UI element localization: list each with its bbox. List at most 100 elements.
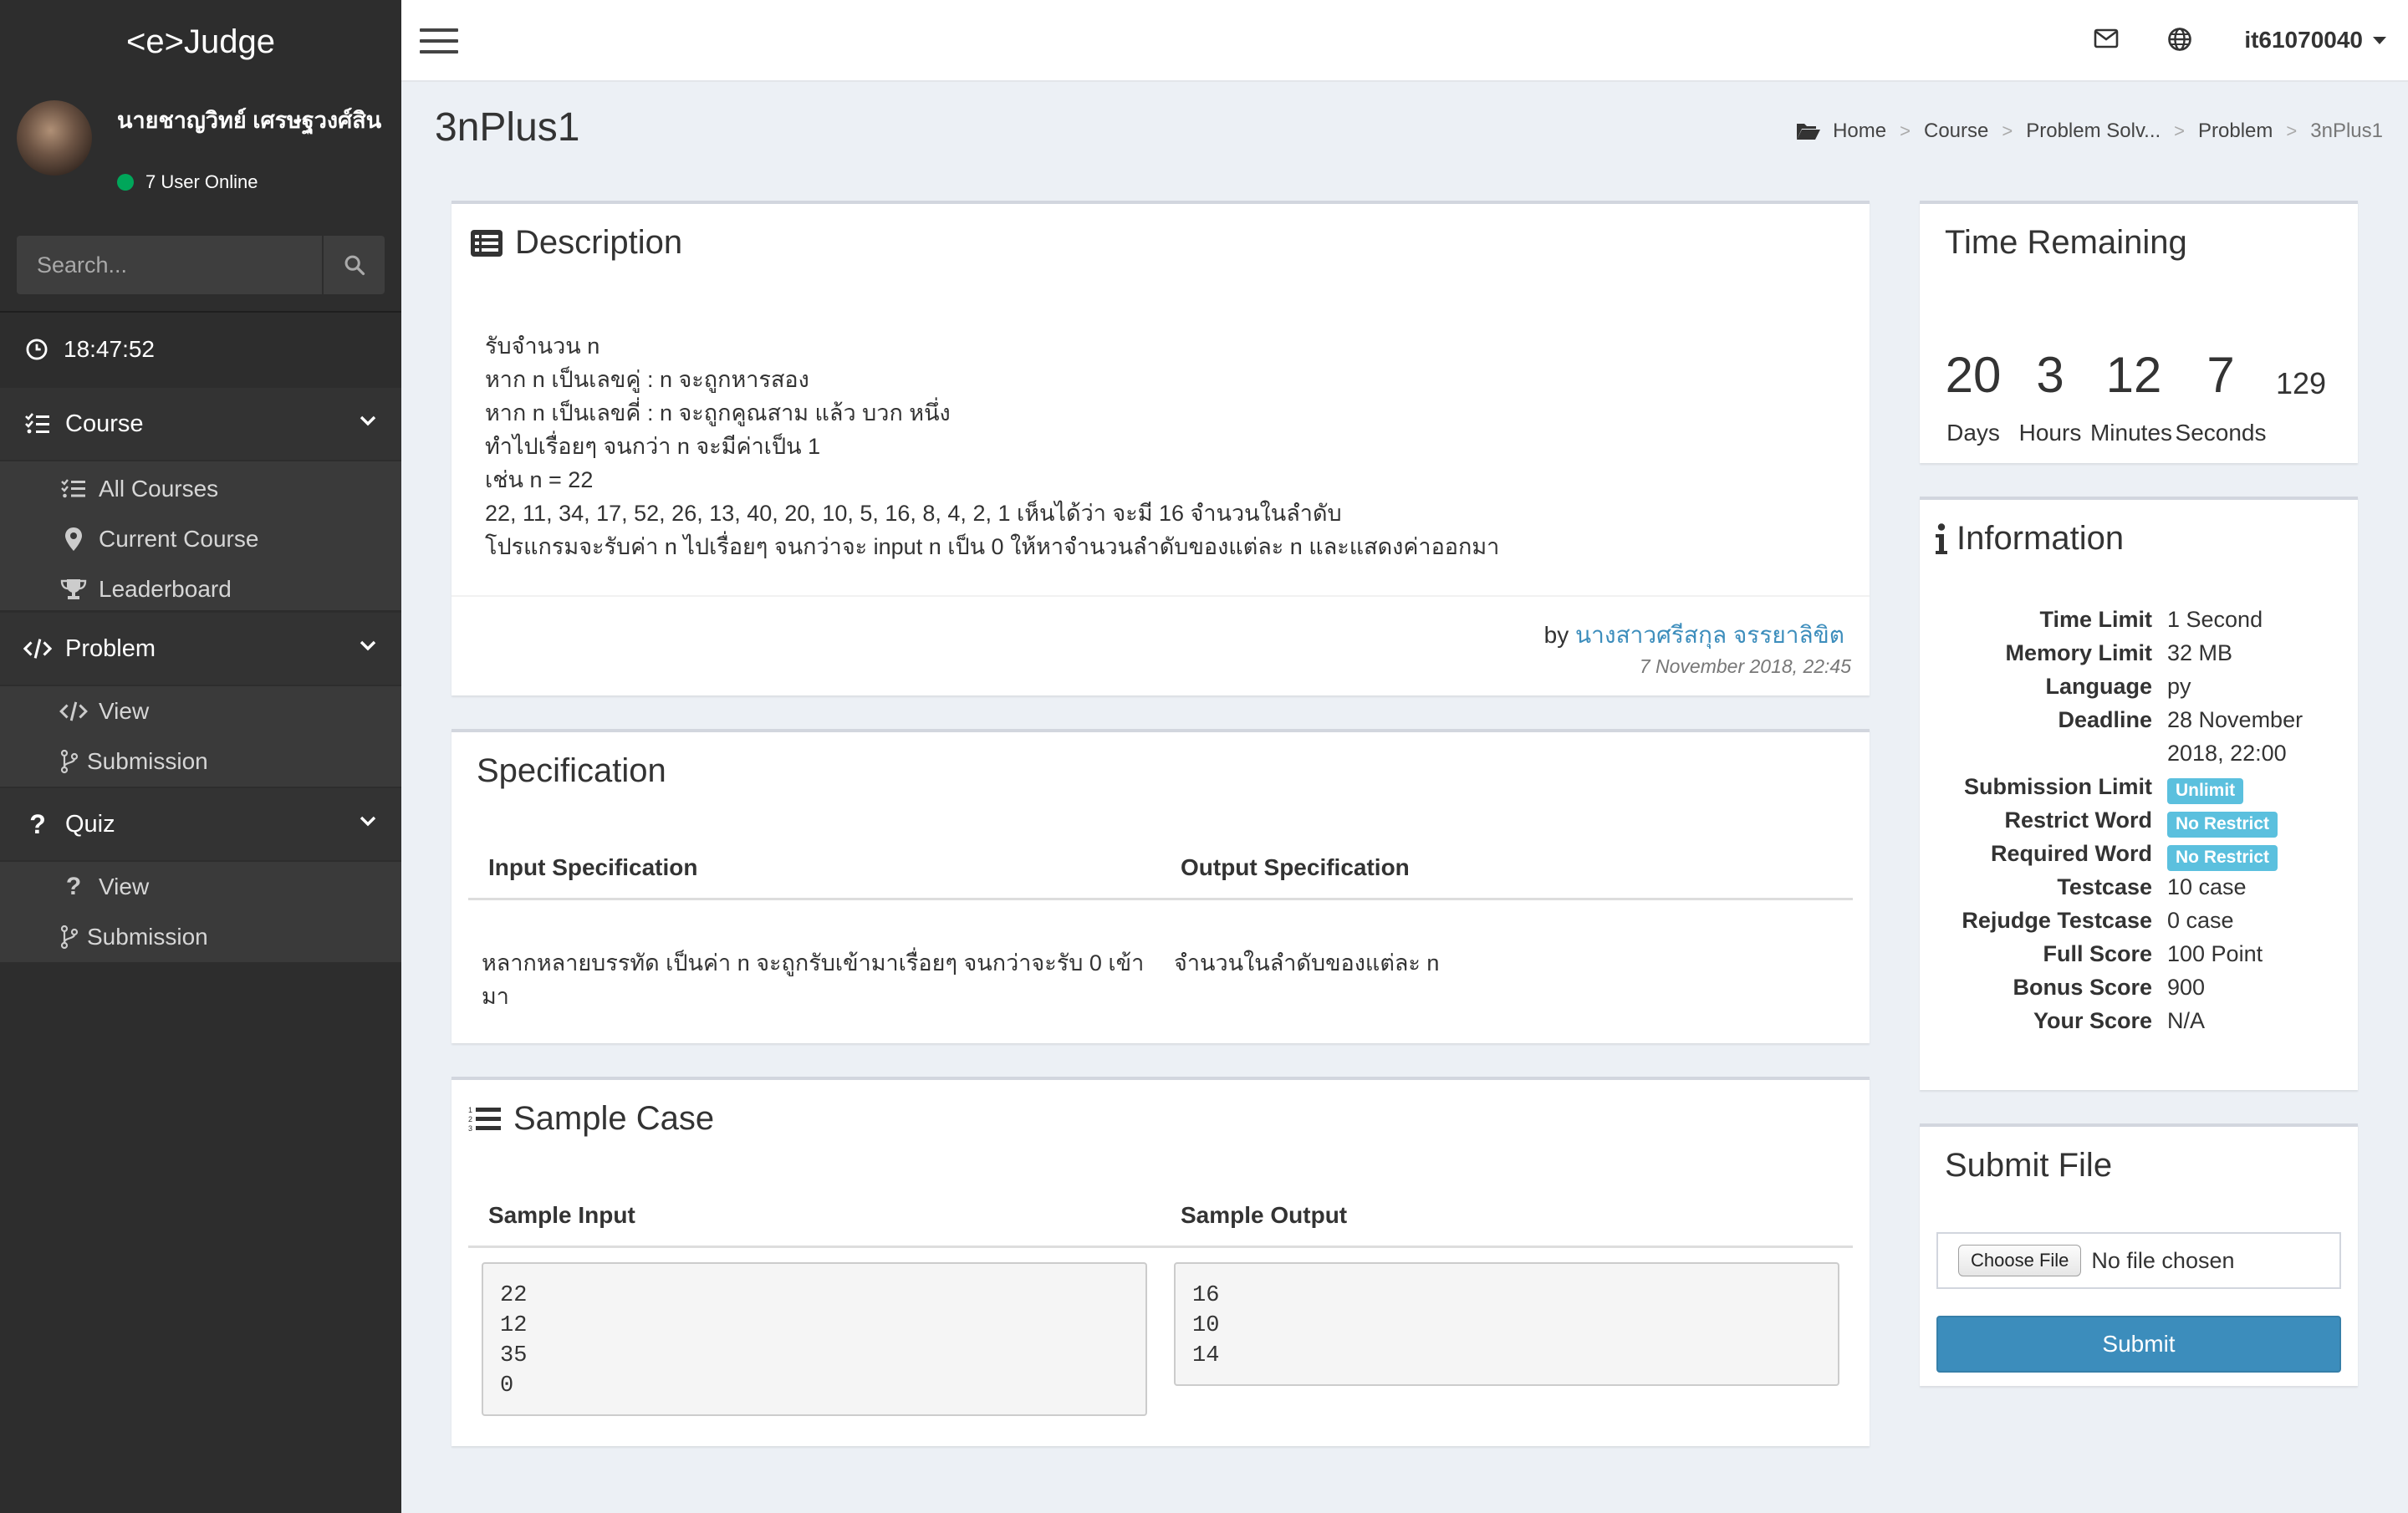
online-status: 7 User Online bbox=[117, 171, 258, 193]
info-key: Restrict Word bbox=[2004, 807, 2152, 833]
sidebar-menu-quiz[interactable]: ? Quiz bbox=[0, 788, 401, 860]
info-icon bbox=[1935, 522, 1948, 555]
info-value: 1 Second bbox=[2167, 607, 2263, 632]
minutes-label: Minutes bbox=[2089, 420, 2173, 446]
specification-box: Specification Input Specification Output… bbox=[452, 729, 1870, 1043]
time-remaining-box: Time Remaining 20 3 12 7 129 Days Hours … bbox=[1920, 201, 2358, 463]
page-title: 3nPlus1 bbox=[435, 105, 580, 150]
info-row-deadline: Deadline 28 November 2018, 22:00 bbox=[1920, 707, 2358, 774]
sidebar-item-label: Submission bbox=[87, 748, 208, 774]
sidebar-item-label: All Courses bbox=[99, 476, 219, 502]
author-link[interactable]: นางสาวศรีสกุล จรรยาลิขิต bbox=[1575, 622, 1844, 648]
sidebar-menu-problem[interactable]: Problem bbox=[0, 613, 401, 685]
statement-line: ทำไปเรื่อยๆ จนกว่า n จะมีค่าเป็น 1 bbox=[485, 434, 821, 459]
menu-label-course: Course bbox=[65, 410, 144, 437]
choose-file-button[interactable]: Choose File bbox=[1958, 1245, 2082, 1276]
menu-label-quiz: Quiz bbox=[65, 810, 115, 838]
info-value: 0 case bbox=[2167, 908, 2234, 933]
file-input[interactable]: Choose File No file chosen bbox=[1936, 1232, 2341, 1289]
input-spec-text: หลากหลายบรรทัด เป็นค่า n จะถูกรับเข้ามาเ… bbox=[482, 946, 1150, 1013]
post-date: 7 November 2018, 22:45 bbox=[1639, 655, 1851, 677]
search-icon bbox=[344, 255, 365, 276]
countdown-seconds: 7 bbox=[2206, 347, 2235, 403]
info-value: 32 MB bbox=[2167, 640, 2233, 665]
info-row-time-limit: Time Limit 1 Second bbox=[1920, 607, 2358, 640]
search-input[interactable] bbox=[17, 236, 322, 294]
sidebar-search bbox=[17, 236, 385, 294]
info-row-bonus-score: Bonus Score 900 bbox=[1920, 975, 2358, 1008]
list-ol-icon: 123 bbox=[468, 1105, 502, 1133]
sidebar-item-problem-view[interactable]: View bbox=[0, 686, 401, 736]
breadcrumb-course[interactable]: Course bbox=[1924, 120, 1988, 143]
info-value: 900 bbox=[2167, 975, 2206, 1000]
breadcrumb-separator: > bbox=[2002, 120, 2013, 141]
svg-text:2: 2 bbox=[468, 1115, 472, 1123]
breadcrumb-current: 3nPlus1 bbox=[2310, 120, 2383, 142]
sidebar-item-quiz-view[interactable]: ? View bbox=[0, 862, 401, 912]
info-row-rejudge-testcase: Rejudge Testcase 0 case bbox=[1920, 908, 2358, 941]
specification-title: Specification bbox=[477, 752, 666, 789]
status-badge: No Restrict bbox=[2167, 812, 2278, 838]
info-value: 10 case bbox=[2167, 874, 2247, 899]
top-navbar: it61070040 bbox=[401, 0, 2408, 82]
problem-statement: รับจำนวน n หาก n เป็นเลขคู่ : n จะถูกหาร… bbox=[485, 329, 1499, 563]
messages-button[interactable] bbox=[2094, 28, 2119, 53]
folder-open-icon bbox=[1797, 124, 1821, 140]
code-branch-icon bbox=[59, 749, 80, 774]
list-icon bbox=[59, 478, 89, 500]
info-key: Your Score bbox=[2033, 1008, 2152, 1033]
sidebar-item-leaderboard[interactable]: Leaderboard bbox=[0, 564, 401, 614]
app-logo[interactable]: <e>Judge bbox=[0, 0, 401, 84]
question-icon: ? bbox=[65, 873, 82, 900]
countdown-days: 20 bbox=[1945, 347, 2002, 403]
file-status: No file chosen bbox=[2091, 1247, 2235, 1273]
info-value: 100 Point bbox=[2167, 941, 2263, 966]
clock-icon bbox=[25, 338, 48, 361]
map-marker-icon bbox=[59, 527, 89, 552]
avatar bbox=[17, 100, 92, 176]
statement-line: รับจำนวน n bbox=[485, 334, 600, 359]
sidebar-menu-course[interactable]: Course bbox=[0, 388, 401, 460]
sidebar-item-problem-submission[interactable]: Submission bbox=[0, 736, 401, 787]
sidebar-toggle-button[interactable] bbox=[420, 28, 458, 53]
countdown-minutes: 12 bbox=[2105, 347, 2162, 403]
sidebar-item-label: Current Course bbox=[99, 526, 259, 552]
code-icon bbox=[59, 700, 89, 722]
output-spec-header: Output Specification bbox=[1181, 854, 1410, 880]
menu-label-problem: Problem bbox=[65, 634, 156, 662]
sample-input-header: Sample Input bbox=[488, 1202, 635, 1228]
info-key: Language bbox=[2045, 674, 2152, 699]
breadcrumb-separator: > bbox=[2174, 120, 2186, 141]
input-spec-line: หลากหลายบรรทัด เป็นค่า n จะถูกรับเข้ามาเ… bbox=[482, 950, 1145, 976]
breadcrumb-home[interactable]: Home bbox=[1833, 120, 1886, 143]
search-button[interactable] bbox=[322, 236, 385, 294]
online-dot-icon bbox=[117, 174, 134, 191]
question-icon: ? bbox=[29, 808, 46, 839]
user-menu-dropdown[interactable]: it61070040 bbox=[2244, 27, 2386, 53]
sidebar-item-current-course[interactable]: Current Course bbox=[0, 514, 401, 564]
statement-line: หาก n เป็นเลขคู่ : n จะถูกหารสอง bbox=[485, 367, 809, 392]
output-spec-text: จำนวนในลำดับของแต่ละ n bbox=[1174, 950, 1440, 976]
author-line: by นางสาวศรีสกุล จรรยาลิขิต bbox=[1544, 617, 1844, 654]
breadcrumb-separator: > bbox=[1900, 120, 1911, 141]
sidebar-item-all-courses[interactable]: All Courses bbox=[0, 464, 401, 514]
chevron-down-icon bbox=[360, 640, 376, 651]
info-key: Bonus Score bbox=[2013, 975, 2152, 1000]
submit-file-title: Submit File bbox=[1945, 1147, 2113, 1184]
info-value: No Restrict bbox=[2167, 843, 2278, 871]
sidebar-item-quiz-submission[interactable]: Submission bbox=[0, 912, 401, 962]
status-badge: No Restrict bbox=[2167, 845, 2278, 871]
sample-output-header: Sample Output bbox=[1181, 1202, 1348, 1228]
info-row-testcase: Testcase 10 case bbox=[1920, 874, 2358, 908]
breadcrumb-problem[interactable]: Problem bbox=[2198, 120, 2273, 143]
information-box: Information Time Limit 1 Second Memory L… bbox=[1920, 497, 2358, 1090]
by-label: by bbox=[1543, 622, 1569, 648]
sidebar-item-label: Leaderboard bbox=[99, 576, 232, 602]
svg-text:3: 3 bbox=[468, 1124, 472, 1133]
globe-icon bbox=[2168, 28, 2191, 51]
trophy-icon bbox=[59, 578, 89, 601]
breadcrumb-problem-solving[interactable]: Problem Solv... bbox=[2026, 120, 2161, 143]
submit-button[interactable]: Submit bbox=[1936, 1316, 2341, 1373]
user-name: นายชาญวิทย์ เศรษฐวงศ์สิน bbox=[117, 108, 382, 133]
language-button[interactable] bbox=[2167, 27, 2192, 56]
